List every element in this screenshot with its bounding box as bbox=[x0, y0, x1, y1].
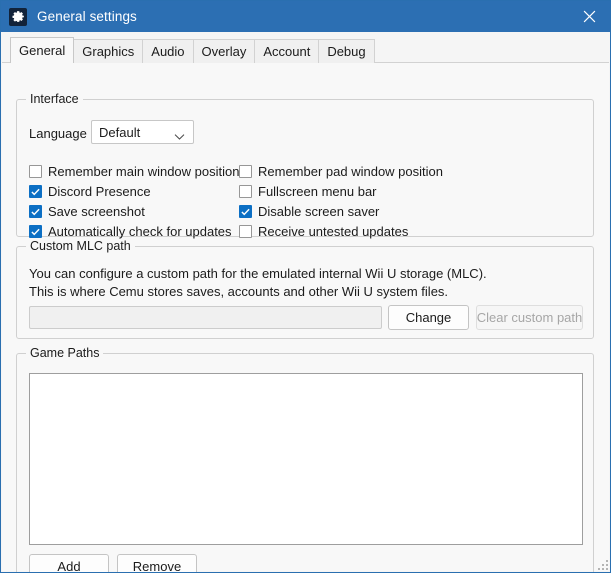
clear-custom-path-button: Clear custom path bbox=[476, 305, 583, 330]
checkbox-remember-pad-window-position[interactable]: Remember pad window position bbox=[239, 164, 443, 179]
checkbox-label: Discord Presence bbox=[48, 184, 151, 199]
mlc-description-line-2: This is where Cemu stores saves, account… bbox=[29, 284, 449, 299]
interface-group: Interface Language Default Remember main… bbox=[16, 92, 594, 239]
close-button[interactable] bbox=[566, 1, 610, 32]
tab-overlay[interactable]: Overlay bbox=[192, 39, 256, 63]
tab-strip: General Graphics Audio Overlay Account D… bbox=[2, 37, 609, 63]
chevron-down-icon bbox=[174, 128, 185, 146]
checkbox-label: Automatically check for updates bbox=[48, 224, 232, 239]
checkbox-box bbox=[29, 205, 42, 218]
remove-button[interactable]: Remove bbox=[117, 554, 197, 572]
general-tab-page: Interface Language Default Remember main… bbox=[2, 63, 609, 572]
checkbox-box bbox=[29, 165, 42, 178]
checkbox-box bbox=[239, 185, 252, 198]
checkbox-box bbox=[29, 225, 42, 238]
add-button[interactable]: Add bbox=[29, 554, 109, 572]
mlc-description-line-1: You can configure a custom path for the … bbox=[29, 266, 487, 281]
language-dropdown[interactable]: Default bbox=[91, 120, 194, 144]
checkbox-label: Receive untested updates bbox=[258, 224, 409, 239]
checkbox-box bbox=[239, 225, 252, 238]
language-selected-value: Default bbox=[99, 124, 141, 140]
checkbox-label: Remember pad window position bbox=[258, 164, 443, 179]
checkbox-discord-presence[interactable]: Discord Presence bbox=[29, 184, 151, 199]
tab-general[interactable]: General bbox=[10, 37, 75, 63]
gear-icon bbox=[9, 7, 27, 26]
general-settings-window: General settings General Graphics Audio … bbox=[0, 0, 611, 573]
checkbox-box bbox=[239, 165, 252, 178]
language-label: Language bbox=[29, 126, 87, 141]
resize-grip[interactable] bbox=[596, 558, 608, 570]
game-paths-list[interactable] bbox=[29, 373, 583, 545]
custom-mlc-path-group-label: Custom MLC path bbox=[26, 239, 135, 253]
tab-debug[interactable]: Debug bbox=[318, 39, 375, 63]
checkbox-receive-untested-updates[interactable]: Receive untested updates bbox=[239, 224, 408, 239]
checkbox-label: Remember main window position bbox=[48, 164, 240, 179]
checkbox-disable-screen-saver[interactable]: Disable screen saver bbox=[239, 204, 379, 219]
checkbox-automatically-check-for-updates[interactable]: Automatically check for updates bbox=[29, 224, 232, 239]
client-area: General Graphics Audio Overlay Account D… bbox=[2, 32, 609, 572]
tab-audio[interactable]: Audio bbox=[142, 39, 194, 63]
checkbox-box bbox=[239, 205, 252, 218]
change-button[interactable]: Change bbox=[388, 305, 469, 330]
checkbox-fullscreen-menu-bar[interactable]: Fullscreen menu bar bbox=[239, 184, 377, 199]
checkbox-box bbox=[29, 185, 42, 198]
checkbox-label: Disable screen saver bbox=[258, 204, 380, 219]
custom-mlc-path-group: Custom MLC path You can configure a cust… bbox=[16, 239, 594, 339]
mlc-path-input[interactable] bbox=[29, 306, 382, 329]
tab-graphics[interactable]: Graphics bbox=[73, 39, 144, 63]
interface-group-label: Interface bbox=[26, 92, 83, 106]
tab-account[interactable]: Account bbox=[254, 39, 320, 63]
game-paths-group-label: Game Paths bbox=[26, 346, 104, 360]
checkbox-label: Save screenshot bbox=[48, 204, 145, 219]
title-bar: General settings bbox=[1, 1, 610, 32]
checkbox-save-screenshot[interactable]: Save screenshot bbox=[29, 204, 145, 219]
game-paths-group: Game Paths Add Remove bbox=[16, 346, 594, 572]
window-title: General settings bbox=[37, 9, 137, 24]
checkbox-label: Fullscreen menu bar bbox=[258, 184, 377, 199]
checkbox-remember-main-window-position[interactable]: Remember main window position bbox=[29, 164, 239, 179]
